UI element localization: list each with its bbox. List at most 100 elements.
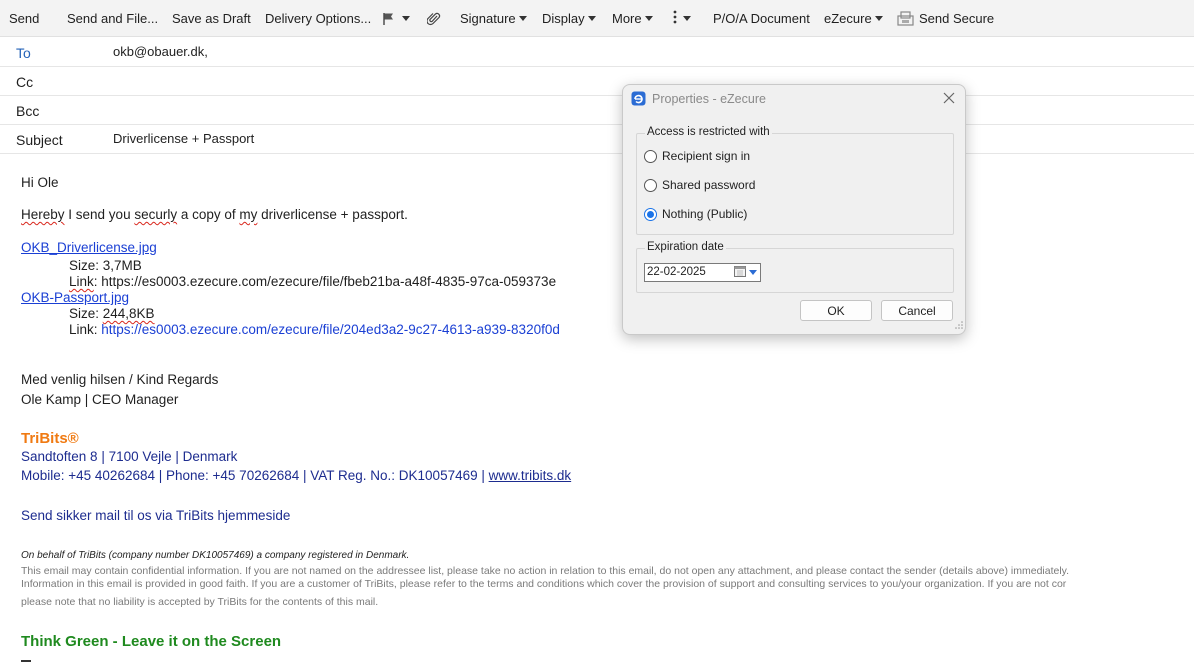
chevron-down-icon	[749, 270, 757, 275]
intro-word: securly	[134, 207, 178, 222]
display-label: Display	[542, 11, 585, 26]
more-dropdown[interactable]: More	[612, 0, 653, 37]
send-secure-text[interactable]: Send sikker mail til os via TriBits hjem…	[21, 508, 290, 523]
disclaimer-line: This email may contain confidential info…	[21, 565, 1070, 577]
radio-label: Nothing (Public)	[662, 207, 748, 221]
cancel-button[interactable]: Cancel	[881, 300, 953, 321]
radio-button[interactable]	[644, 149, 657, 163]
date-dropdown-button[interactable]	[734, 266, 758, 279]
chevron-down-icon	[874, 16, 883, 21]
company-name: TriBits®	[21, 430, 79, 447]
properties-dialog: Properties - eZecure Access is restricte…	[622, 84, 966, 335]
calendar-icon	[734, 265, 746, 280]
cc-label[interactable]: Cc	[16, 74, 33, 90]
file2-link-line: Link: https://es0003.ezecure.com/ezecure…	[69, 322, 560, 337]
to-field[interactable]: okb@obauer.dk,	[113, 44, 208, 59]
text-cursor	[21, 660, 31, 662]
subject-row: Subject Driverlicense + Passport	[0, 125, 1194, 154]
bcc-row: Bcc	[0, 96, 1194, 125]
overflow-menu[interactable]	[673, 0, 691, 37]
radio-shared-password[interactable]: Shared password	[644, 178, 755, 192]
company-address: Sandtoften 8 | 7100 Vejle | Denmark	[21, 449, 238, 464]
delivery-options-button[interactable]: Delivery Options...	[265, 0, 371, 37]
link-label: Link	[69, 274, 94, 289]
intro-text: I send you	[64, 207, 135, 222]
radio-button-selected[interactable]	[644, 207, 657, 221]
resize-grip-icon[interactable]	[955, 317, 963, 332]
radio-label: Shared password	[662, 178, 756, 192]
paperclip-icon	[427, 12, 441, 26]
signature-dropdown[interactable]: Signature	[460, 0, 527, 37]
send-button[interactable]: Send	[9, 0, 39, 37]
save-as-draft-label: Save as Draft	[172, 11, 251, 26]
green-slogan: Think Green - Leave it on the Screen	[21, 633, 282, 650]
poa-document-button[interactable]: P/O/A Document	[713, 0, 810, 37]
file1-url: : https://es0003.ezecure.com/ezecure/fil…	[93, 274, 557, 289]
delivery-options-label: Delivery Options...	[265, 11, 372, 26]
more-label: More	[612, 11, 642, 26]
file2-url[interactable]: https://es0003.ezecure.com/ezecure/file/…	[101, 322, 560, 337]
expiration-group-title: Expiration date	[645, 241, 726, 253]
greeting: Hi Ole	[21, 175, 59, 190]
chevron-down-icon	[518, 16, 527, 21]
file1-size: Size: 3,7MB	[69, 258, 142, 273]
link-label: Link:	[69, 322, 102, 337]
bcc-label[interactable]: Bcc	[16, 103, 39, 119]
display-dropdown[interactable]: Display	[542, 0, 596, 37]
company-contact: Mobile: +45 40262684 | Phone: +45 702626…	[21, 468, 571, 483]
chevron-down-icon	[644, 16, 653, 21]
ezecure-dropdown[interactable]: eZecure	[824, 0, 883, 37]
access-group: Access is restricted with Recipient sign…	[636, 126, 954, 235]
chevron-down-icon	[587, 16, 596, 21]
contact-text: Mobile: +45 40262684 | Phone: +45 702626…	[21, 468, 489, 483]
file2-size: Size: 244,8KB	[69, 306, 155, 321]
send-and-file-label: Send and File...	[67, 11, 159, 26]
send-and-file-button[interactable]: Send and File...	[67, 0, 158, 37]
subject-field[interactable]: Driverlicense + Passport	[113, 131, 254, 146]
behalf-note: On behalf of TriBits (company number DK1…	[21, 550, 410, 561]
radio-recipient-sign-in[interactable]: Recipient sign in	[644, 149, 750, 163]
intro-text: driverlicense + passport.	[257, 207, 408, 222]
expiration-date-picker[interactable]: 22-02-2025	[644, 263, 761, 282]
sender-name: Ole Kamp | CEO Manager	[21, 392, 179, 407]
send-label: Send	[9, 11, 40, 26]
ok-button[interactable]: OK	[800, 300, 872, 321]
close-icon[interactable]	[941, 90, 957, 106]
toolbar: Send Send and File... Save as Draft Deli…	[0, 0, 1194, 37]
radio-nothing-public[interactable]: Nothing (Public)	[644, 207, 747, 221]
expiration-group: Expiration date 22-02-2025	[636, 241, 954, 293]
intro-text: a copy of	[177, 207, 240, 222]
regards: Med venlig hilsen / Kind Regards	[21, 372, 219, 387]
size-value: 244,8KB	[102, 306, 155, 321]
subject-label: Subject	[16, 132, 63, 148]
size-label: Size:	[69, 306, 103, 321]
access-group-title: Access is restricted with	[645, 126, 772, 138]
attach-button[interactable]	[427, 0, 441, 37]
chevron-down-icon	[402, 16, 410, 21]
to-row: To okb@obauer.dk,	[0, 38, 1194, 67]
dialog-title: Properties - eZecure	[652, 92, 766, 106]
disclaimer-line: please note that no liability is accepte…	[21, 596, 379, 608]
send-secure-label: Send Secure	[919, 11, 995, 26]
radio-label: Recipient sign in	[662, 149, 751, 163]
poa-document-label: P/O/A Document	[713, 11, 810, 26]
send-secure-icon	[897, 11, 914, 26]
send-secure-button[interactable]: Send Secure	[897, 0, 994, 37]
website-link[interactable]: www.tribits.dk	[489, 468, 572, 483]
to-label[interactable]: To	[16, 45, 31, 61]
disclaimer-line: Information in this email is provided in…	[21, 578, 1067, 590]
ezecure-label: eZecure	[824, 11, 872, 26]
save-as-draft-button[interactable]: Save as Draft	[172, 0, 251, 37]
intro-word: Hereby	[21, 207, 65, 222]
kebab-menu-icon	[673, 10, 677, 27]
file1-link[interactable]: OKB_Driverlicense.jpg	[21, 240, 157, 255]
expiration-date-value[interactable]: 22-02-2025	[647, 266, 706, 278]
flag-icon	[382, 12, 396, 26]
intro-line: Hereby I send you securly a copy of my d…	[21, 207, 408, 222]
cc-row: Cc	[0, 67, 1194, 96]
flag-dropdown[interactable]	[382, 0, 410, 37]
file2-link[interactable]: OKB-Passport.jpg	[21, 290, 129, 305]
radio-button[interactable]	[644, 178, 657, 192]
file1-link-line: Link: https://es0003.ezecure.com/ezecure…	[69, 274, 556, 289]
ezecure-logo-icon	[631, 91, 646, 109]
